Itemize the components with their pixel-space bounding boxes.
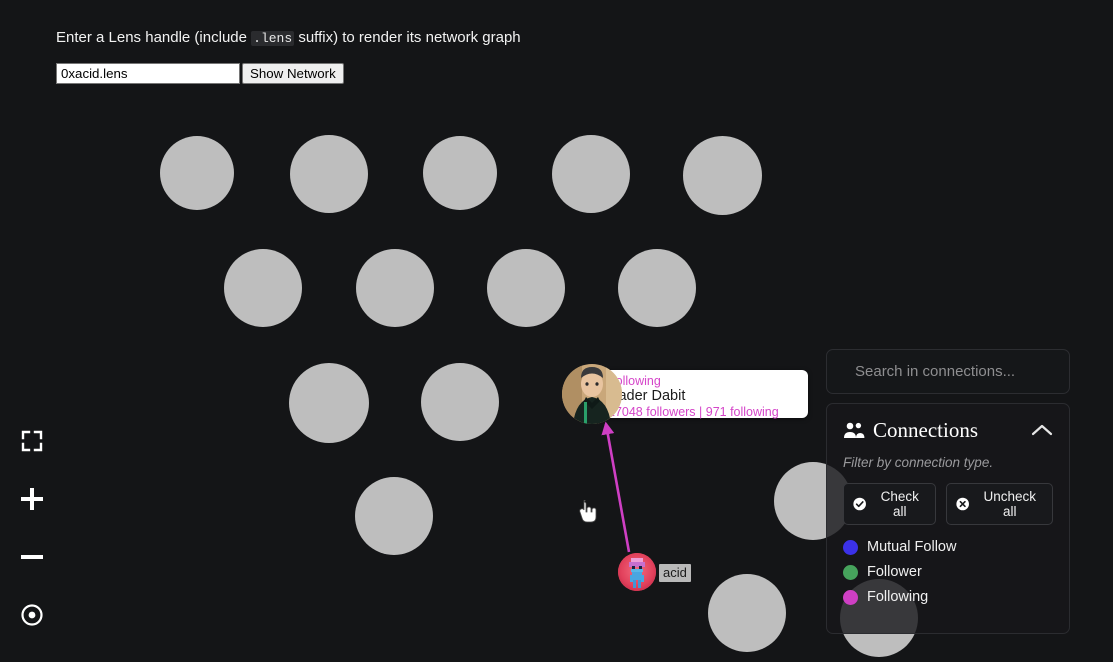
check-all-button[interactable]: Check all	[843, 483, 937, 525]
legend-label: Following	[867, 589, 929, 605]
graph-toolbar	[0, 404, 64, 632]
placeholder-node[interactable]	[552, 135, 630, 213]
filter-actions: Check all Uncheck all	[843, 483, 1053, 525]
graph-edge-following	[601, 421, 631, 553]
check-all-label: Check all	[880, 489, 919, 519]
form-prompt-code: .lens	[251, 31, 295, 46]
placeholder-node[interactable]	[290, 135, 368, 213]
uncheck-all-button[interactable]: Uncheck all	[946, 483, 1053, 525]
graph-node-nader-dabit[interactable]	[562, 364, 622, 424]
users-icon	[844, 422, 865, 438]
uncheck-all-label: Uncheck all	[983, 489, 1037, 519]
nader-dabit-avatar	[562, 364, 622, 424]
connections-panel-header: Connections	[843, 418, 1053, 442]
plus-icon	[21, 488, 43, 510]
lens-handle-input[interactable]	[56, 63, 240, 84]
legend-label: Follower	[867, 564, 922, 580]
recenter-button[interactable]	[15, 598, 49, 632]
handle-form: Enter a Lens handle (include .lens suffi…	[56, 28, 1056, 84]
tooltip-stats: 17048 followers | 971 following	[608, 405, 779, 419]
connection-type-legend: Mutual Follow Follower Following	[843, 538, 1053, 606]
placeholder-node[interactable]	[224, 249, 302, 327]
placeholder-node[interactable]	[356, 249, 434, 327]
placeholder-node[interactable]	[355, 477, 433, 555]
pointer-cursor-icon	[579, 500, 597, 523]
minus-icon	[21, 555, 43, 559]
connections-panel-subtitle: Filter by connection type.	[843, 455, 994, 470]
placeholder-node[interactable]	[423, 136, 497, 210]
placeholder-node[interactable]	[487, 249, 565, 327]
acid-avatar	[618, 553, 656, 591]
placeholder-node[interactable]	[708, 574, 786, 652]
placeholder-node[interactable]	[289, 363, 369, 443]
placeholder-node[interactable]	[421, 363, 499, 441]
legend-item[interactable]: Mutual Follow	[843, 538, 1053, 556]
tooltip-name: Nader Dabit	[608, 388, 686, 404]
check-circle-icon	[853, 497, 866, 511]
placeholder-node[interactable]	[618, 249, 696, 327]
search-input[interactable]	[853, 362, 1056, 381]
form-row: Show Network	[56, 63, 1056, 84]
connections-panel-title: Connections	[873, 418, 978, 442]
legend-swatch	[843, 539, 858, 555]
collapse-panel-button[interactable]	[1031, 423, 1053, 437]
connections-panel-title-group: Connections	[843, 418, 978, 442]
fullscreen-button[interactable]	[15, 424, 49, 458]
form-prompt-before: Enter a Lens handle (include	[56, 29, 252, 46]
graph-node-acid[interactable]	[618, 553, 656, 591]
legend-item[interactable]: Following	[843, 588, 1053, 606]
x-circle-icon	[956, 497, 970, 511]
target-icon	[21, 604, 43, 626]
form-prompt: Enter a Lens handle (include .lens suffi…	[56, 28, 1056, 49]
placeholder-node[interactable]	[683, 136, 762, 215]
legend-swatch	[843, 564, 858, 580]
show-network-button[interactable]: Show Network	[242, 63, 344, 84]
connections-search-box[interactable]	[826, 349, 1070, 394]
zoom-in-button[interactable]	[15, 482, 49, 516]
tooltip-relationship: Following	[608, 374, 661, 388]
legend-swatch	[843, 589, 858, 605]
graph-node-acid-label: acid	[659, 564, 691, 582]
connections-panel: Connections Filter by connection type. C…	[826, 403, 1070, 634]
placeholder-node[interactable]	[160, 136, 234, 210]
zoom-out-button[interactable]	[15, 540, 49, 574]
fullscreen-icon	[21, 430, 43, 452]
lens-network-graph-app: Enter a Lens handle (include .lens suffi…	[0, 0, 1113, 662]
form-prompt-after: suffix) to render its network graph	[294, 29, 521, 46]
legend-label: Mutual Follow	[867, 539, 957, 555]
node-tooltip-card: Following Nader Dabit 17048 followers | …	[592, 370, 808, 419]
chevron-up-icon	[1031, 424, 1053, 436]
legend-item[interactable]: Follower	[843, 563, 1053, 581]
